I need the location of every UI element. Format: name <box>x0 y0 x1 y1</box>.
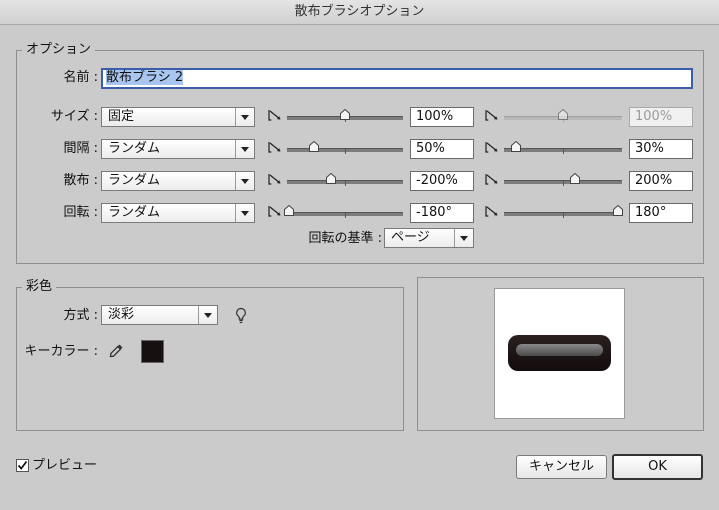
select-divider <box>235 204 236 222</box>
variation-icon <box>485 173 499 185</box>
name-label: 名前 : <box>63 70 98 85</box>
brush-preview <box>494 288 625 419</box>
max-slider[interactable] <box>504 172 622 190</box>
max-slider[interactable] <box>504 204 624 222</box>
min-slider[interactable] <box>287 108 403 126</box>
method-label: 方式 : <box>63 308 98 323</box>
min-slider[interactable] <box>287 140 403 158</box>
name-field[interactable]: 散布ブラシ 2 <box>101 68 693 89</box>
rotation-basis-label: 回転の基準 : <box>308 231 382 246</box>
slider-track <box>287 148 403 154</box>
variation-icon <box>485 205 499 217</box>
variation-select-value: ランダム <box>108 141 161 156</box>
ok-button[interactable]: OK <box>612 454 703 480</box>
variation-select[interactable]: ランダム <box>101 203 255 223</box>
chevron-down-icon <box>241 179 249 184</box>
row-label: サイズ : <box>50 109 98 124</box>
row-label: 散布 : <box>63 173 98 188</box>
select-divider <box>454 229 455 247</box>
slider-tick <box>345 212 346 218</box>
variation-icon <box>268 205 282 217</box>
min-slider[interactable] <box>284 204 403 222</box>
row-label: 間隔 : <box>63 141 98 156</box>
scatter-brush-options-dialog: 散布ブラシオプション オプション 名前 : 散布ブラシ 2 サイズ : 固定 1… <box>0 0 719 510</box>
variation-icon <box>485 109 499 121</box>
variation-icon <box>485 141 499 153</box>
slider-tick <box>345 180 346 186</box>
brush-stroke-preview <box>508 335 611 371</box>
cancel-button[interactable]: キャンセル <box>516 455 607 479</box>
variation-select[interactable]: ランダム <box>101 171 255 191</box>
slider-tick <box>563 148 564 154</box>
variation-icon <box>268 141 282 153</box>
variation-select-value: ランダム <box>108 205 161 220</box>
checkmark-icon <box>17 460 28 470</box>
row-label: 回転 : <box>63 205 98 220</box>
preview-label[interactable]: プレビュー <box>32 458 97 474</box>
method-select[interactable]: 淡彩 <box>101 305 218 325</box>
coloring-legend: 彩色 <box>22 279 57 295</box>
variation-select[interactable]: ランダム <box>101 139 255 159</box>
name-value: 散布ブラシ 2 <box>106 70 184 85</box>
min-value-field[interactable]: 100% <box>410 107 474 127</box>
variation-icon <box>268 173 282 185</box>
select-divider <box>235 140 236 158</box>
slider-track <box>504 212 622 218</box>
chevron-down-icon <box>241 147 249 152</box>
max-slider <box>504 108 622 126</box>
slider-track <box>504 148 622 154</box>
eyedropper-icon[interactable] <box>107 342 125 360</box>
max-value-field: 100% <box>629 107 693 127</box>
max-value-field[interactable]: 200% <box>629 171 693 191</box>
variation-select-value: 固定 <box>108 109 135 124</box>
slider-tick <box>345 148 346 154</box>
lightbulb-icon[interactable] <box>234 307 248 325</box>
chevron-down-icon <box>204 313 212 318</box>
preview-checkbox[interactable] <box>16 459 29 472</box>
min-value-field[interactable]: -200% <box>410 171 474 191</box>
max-value-field[interactable]: 180° <box>629 203 693 223</box>
key-color-swatch[interactable] <box>141 340 164 363</box>
variation-icon <box>268 109 282 121</box>
slider-track <box>287 180 403 186</box>
variation-select[interactable]: 固定 <box>101 107 255 127</box>
max-slider[interactable] <box>504 140 622 158</box>
chevron-down-icon <box>460 236 468 241</box>
key-color-label: キーカラー : <box>24 344 98 359</box>
min-slider[interactable] <box>287 172 403 190</box>
slider-track <box>287 212 403 218</box>
rotation-basis-select[interactable]: ページ <box>384 228 474 248</box>
min-value-field[interactable]: 50% <box>410 139 474 159</box>
max-value-field[interactable]: 30% <box>629 139 693 159</box>
select-divider <box>235 172 236 190</box>
min-value-field[interactable]: -180° <box>410 203 474 223</box>
select-divider <box>198 306 199 324</box>
window-title: 散布ブラシオプション <box>0 0 719 25</box>
method-value: 淡彩 <box>108 307 135 322</box>
rotation-basis-value: ページ <box>391 230 430 245</box>
slider-track <box>504 180 622 186</box>
options-legend: オプション <box>22 42 96 58</box>
variation-select-value: ランダム <box>108 173 161 188</box>
slider-tick <box>563 212 564 218</box>
select-divider <box>235 108 236 126</box>
chevron-down-icon <box>241 211 249 216</box>
slider-tick <box>563 180 564 186</box>
chevron-down-icon <box>241 115 249 120</box>
